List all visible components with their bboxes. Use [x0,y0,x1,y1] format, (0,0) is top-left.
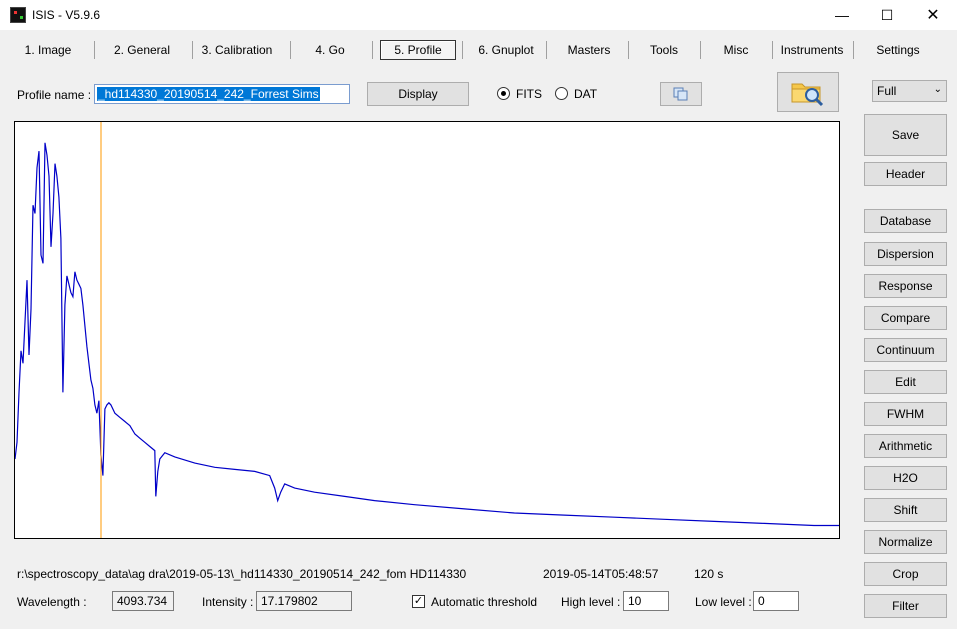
profile-name-label: Profile name : [17,88,92,102]
chevron-down-icon: ⌄ [933,84,942,95]
save-button[interactable]: Save [864,114,947,156]
tab-gnuplot[interactable]: 6. Gnuplot [470,38,542,62]
tab-separator [546,41,547,59]
tab-image[interactable]: 1. Image [14,38,82,62]
profile-name-value: _hd114330_20190514_242_Forrest Sims [97,87,320,101]
fits-radio[interactable] [497,87,510,100]
auto-threshold-label: Automatic threshold [431,595,538,609]
dat-radio[interactable] [555,87,568,100]
high-level-input[interactable]: 10 [623,591,669,611]
app-icon [10,7,26,23]
normalize-button[interactable]: Normalize [864,530,947,554]
tab-instruments[interactable]: Instruments [778,38,846,62]
tab-masters[interactable]: Masters [554,38,624,62]
intensity-label: Intensity : [202,595,254,609]
title-bar: ISIS - V5.9.6 — ☐ ✕ [0,0,957,30]
tab-calibration[interactable]: 3. Calibration [196,38,278,62]
response-button[interactable]: Response [864,274,947,298]
database-button[interactable]: Database [864,209,947,233]
continuum-button[interactable]: Continuum [864,338,947,362]
observation-date: 2019-05-14T05:48:57 [543,567,659,581]
minimize-button[interactable]: — [819,0,865,30]
tab-tools[interactable]: Tools [634,38,694,62]
crop-button[interactable]: Crop [864,562,947,586]
tab-separator [192,41,193,59]
copy-button[interactable] [660,82,702,106]
low-level-input[interactable]: 0 [753,591,799,611]
tab-separator [372,41,373,59]
close-button[interactable]: ✕ [910,0,956,30]
maximize-button[interactable]: ☐ [864,0,910,30]
wavelength-label: Wavelength : [17,595,87,609]
view-select[interactable]: Full ⌄ [872,80,947,102]
tab-separator [772,41,773,59]
edit-button[interactable]: Edit [864,370,947,394]
file-path: r:\spectroscopy_data\ag dra\2019-05-13\_… [17,567,467,581]
tab-profile[interactable]: 5. Profile [380,40,456,60]
display-button[interactable]: Display [367,82,469,106]
copy-icon [673,87,688,101]
arithmetic-button[interactable]: Arithmetic [864,434,947,458]
h2o-button[interactable]: H2O [864,466,947,490]
header-button[interactable]: Header [864,162,947,186]
low-level-label: Low level : [695,595,752,609]
tab-go[interactable]: 4. Go [300,38,360,62]
tab-separator [853,41,854,59]
tab-separator [700,41,701,59]
tab-separator [94,41,95,59]
exposure-time: 120 s [694,567,724,581]
window-title: ISIS - V5.9.6 [32,8,101,22]
fwhm-button[interactable]: FWHM [864,402,947,426]
spectrum-plot[interactable] [14,121,840,539]
spectrum-line [15,142,839,527]
fits-radio-label: FITS [516,87,542,101]
tab-separator [462,41,463,59]
open-file-button[interactable] [777,72,839,112]
compare-button[interactable]: Compare [864,306,947,330]
dispersion-button[interactable]: Dispersion [864,242,947,266]
high-level-label: High level : [561,595,621,609]
tab-settings[interactable]: Settings [864,38,932,62]
filter-button[interactable]: Filter [864,594,947,618]
intensity-field: 17.179802 [256,591,352,611]
tab-bar: 1. Image 2. General 3. Calibration 4. Go… [0,38,957,62]
tab-separator [290,41,291,59]
profile-name-input[interactable]: _hd114330_20190514_242_Forrest Sims [94,84,350,104]
shift-button[interactable]: Shift [864,498,947,522]
tab-misc[interactable]: Misc [708,38,764,62]
view-select-value: Full [877,84,897,98]
tab-separator [628,41,629,59]
folder-search-icon [791,83,824,107]
auto-threshold-checkbox[interactable]: ✓ [412,595,425,608]
dat-radio-label: DAT [574,87,598,101]
tab-general[interactable]: 2. General [104,38,180,62]
spectrum-chart [15,122,839,538]
wavelength-field: 4093.734 [112,591,174,611]
